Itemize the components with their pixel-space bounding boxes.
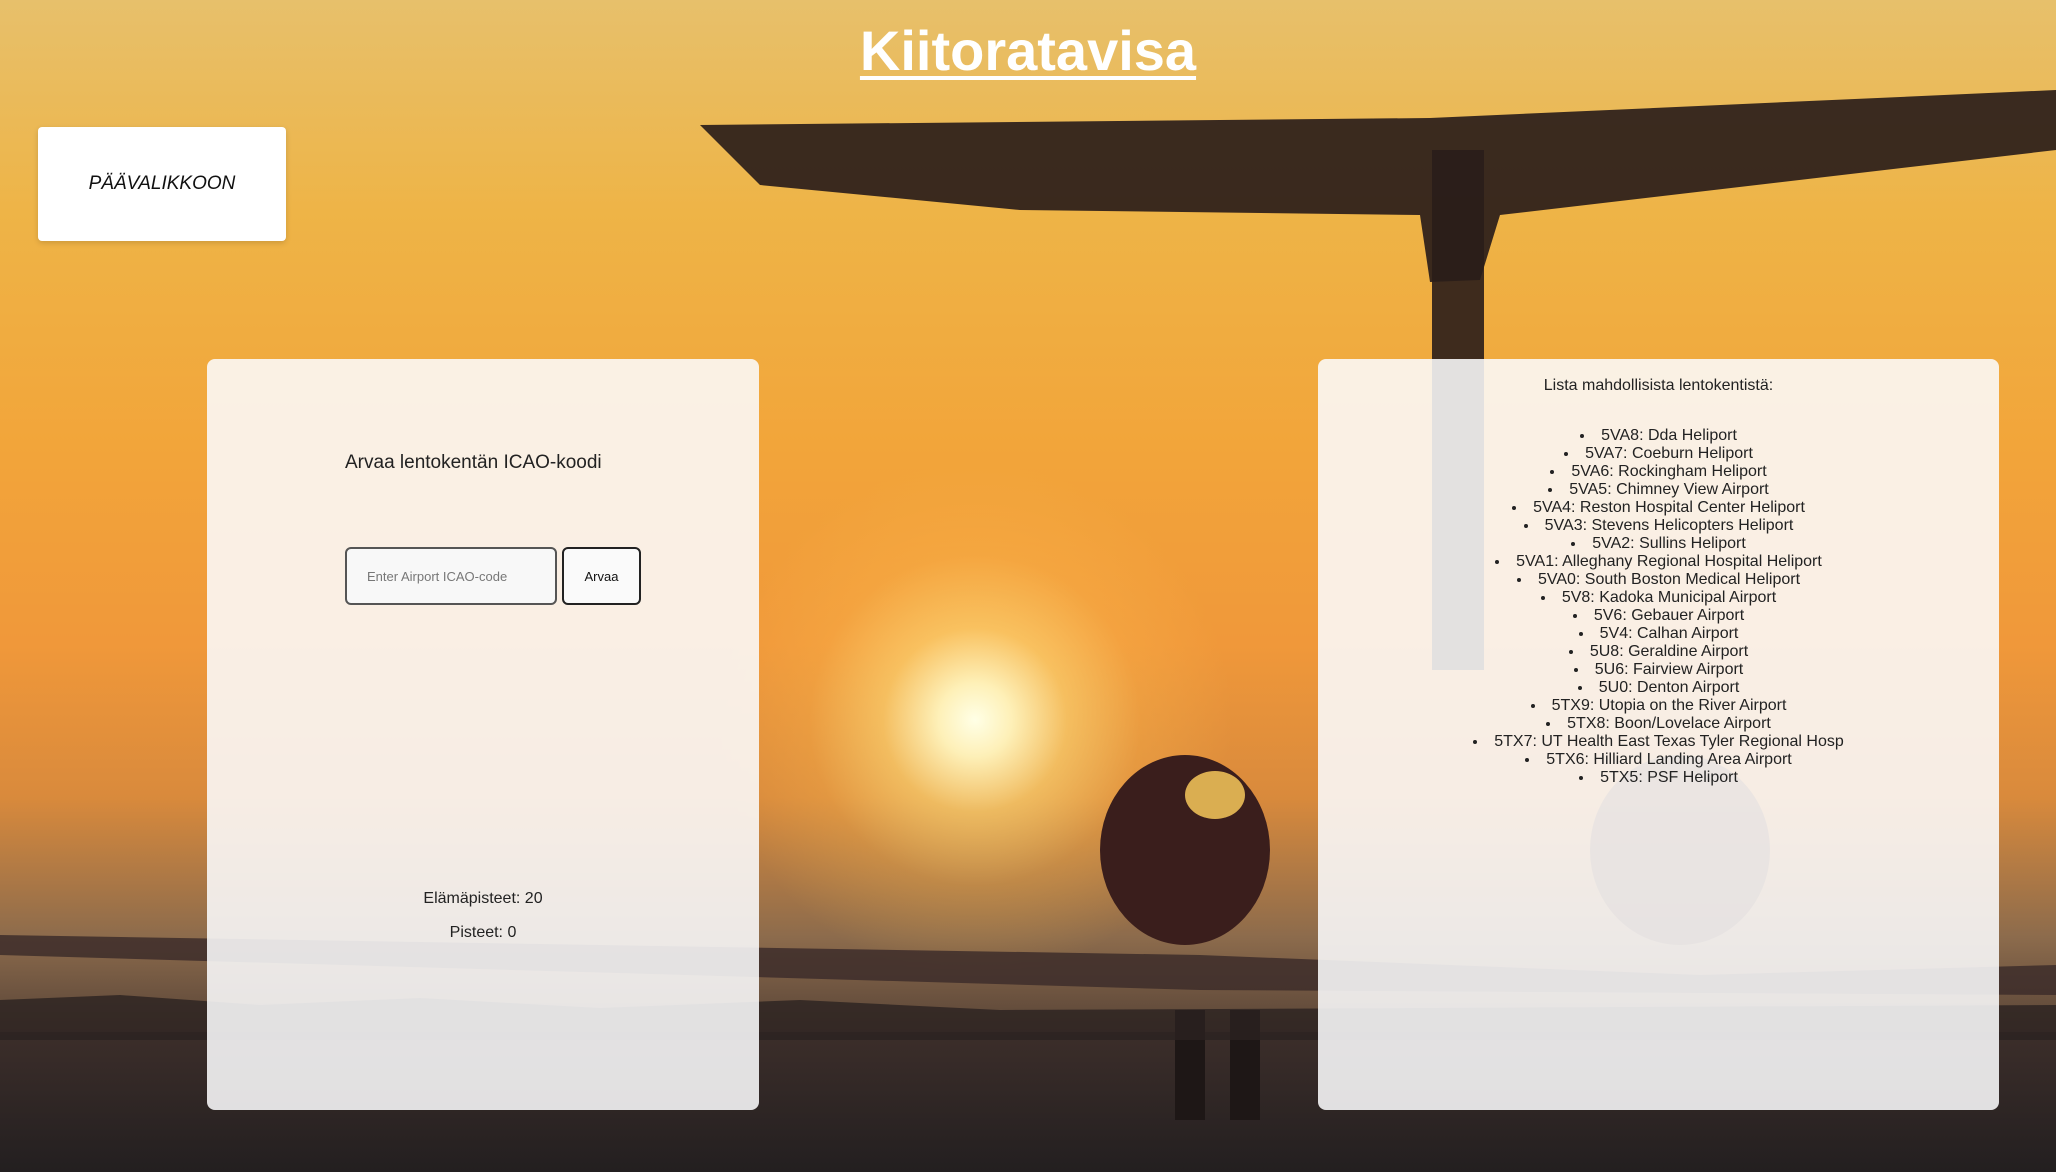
airport-list-item: 5VA8: Dda Heliport: [1318, 427, 1999, 445]
airport-list: 5VA8: Dda Heliport 5VA7: Coeburn Helipor…: [1318, 427, 1999, 787]
airport-list-item: 5V4: Calhan Airport: [1318, 625, 1999, 643]
airport-list-item: 5VA4: Reston Hospital Center Heliport: [1318, 499, 1999, 517]
airport-list-item: 5VA5: Chimney View Airport: [1318, 481, 1999, 499]
airport-list-item: 5VA7: Coeburn Heliport: [1318, 445, 1999, 463]
main-menu-button[interactable]: PÄÄVALIKKOON: [38, 127, 286, 241]
airport-list-item: 5TX5: PSF Heliport: [1318, 769, 1999, 787]
score-counter: Pisteet: 0: [449, 924, 517, 941]
airport-list-item: 5TX7: UT Health East Texas Tyler Regiona…: [1318, 733, 1999, 751]
airport-list-item: 5VA1: Alleghany Regional Hospital Helipo…: [1318, 553, 1999, 571]
page-title: Kiitoratavisa: [859, 19, 1197, 82]
airport-list-item: 5TX9: Utopia on the River Airport: [1318, 697, 1999, 715]
airport-list-item: 5V8: Kadoka Municipal Airport: [1318, 589, 1999, 607]
airport-list-item: 5V6: Gebauer Airport: [1318, 607, 1999, 625]
airport-list-item: 5VA0: South Boston Medical Heliport: [1318, 571, 1999, 589]
airport-list-item: 5TX8: Boon/Lovelace Airport: [1318, 715, 1999, 733]
airport-list-title: Lista mahdollisista lentokentistä:: [1543, 377, 1774, 394]
guess-heading: Arvaa lentokentän ICAO-koodi: [345, 452, 602, 473]
airport-list-item: 5VA3: Stevens Helicopters Heliport: [1318, 517, 1999, 535]
airport-list-item: 5VA2: Sullins Heliport: [1318, 535, 1999, 553]
airport-list-item: 5U8: Geraldine Airport: [1318, 643, 1999, 661]
airport-list-item: 5U0: Denton Airport: [1318, 679, 1999, 697]
guess-button[interactable]: Arvaa: [562, 547, 641, 605]
lives-counter: Elämäpisteet: 20: [423, 890, 543, 907]
airport-list-panel: Lista mahdollisista lentokentistä: 5VA8:…: [1318, 359, 1999, 1110]
airport-list-item: 5VA6: Rockingham Heliport: [1318, 463, 1999, 481]
guess-panel: Arvaa lentokentän ICAO-koodi Arvaa Elämä…: [207, 359, 759, 1110]
icao-code-input[interactable]: [345, 547, 557, 605]
airport-list-item: 5TX6: Hilliard Landing Area Airport: [1318, 751, 1999, 769]
airport-list-item: 5U6: Fairview Airport: [1318, 661, 1999, 679]
